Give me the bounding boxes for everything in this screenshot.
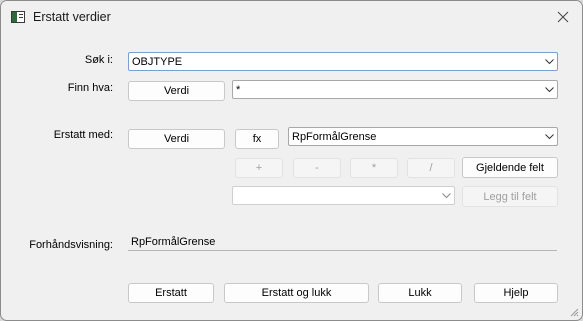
title-bar: Erstatt verdier [1, 1, 582, 35]
chevron-down-icon [541, 128, 557, 145]
replace-with-value: RpFormålGrense [292, 130, 377, 143]
close-dialog-button[interactable]: Lukk [378, 283, 462, 303]
chevron-down-icon [541, 53, 557, 70]
find-what-dropdown[interactable]: * [232, 80, 558, 99]
close-icon [557, 11, 569, 23]
resize-grip-icon[interactable] [569, 307, 579, 317]
find-what-value: * [236, 83, 241, 96]
replace-values-dialog: Erstatt verdier Søk i: OBJTYPE Finn hva:… [0, 0, 583, 321]
close-button[interactable] [550, 5, 576, 29]
replace-with-label: Erstatt med: [53, 129, 113, 141]
divide-operator-button[interactable]: / [407, 158, 455, 178]
find-what-label: Finn hva: [67, 82, 113, 94]
find-value-button[interactable]: Verdi [128, 81, 225, 101]
replace-and-close-button[interactable]: Erstatt og lukk [224, 283, 369, 303]
chevron-down-icon [541, 81, 557, 98]
preview-value: RpFormålGrense [131, 235, 216, 248]
replace-button[interactable]: Erstatt [128, 283, 214, 303]
preview-label: Forhåndsvisning: [29, 239, 113, 251]
search-in-value: OBJTYPE [132, 55, 183, 68]
field-dropdown[interactable] [232, 186, 455, 205]
add-field-button[interactable]: Legg til felt [462, 186, 558, 207]
multiply-operator-button[interactable]: * [350, 158, 398, 178]
minus-operator-button[interactable]: - [293, 158, 341, 178]
preview-field: RpFormålGrense [128, 233, 557, 251]
window-title: Erstatt verdier [33, 10, 111, 24]
chevron-down-icon [438, 187, 454, 204]
plus-operator-button[interactable]: + [235, 158, 283, 178]
search-in-dropdown[interactable]: OBJTYPE [128, 52, 558, 71]
replace-with-dropdown[interactable]: RpFormålGrense [288, 127, 558, 146]
search-in-label: Søk i: [84, 54, 113, 66]
fx-button[interactable]: fx [235, 129, 279, 149]
app-window-icon [11, 11, 25, 23]
current-field-button[interactable]: Gjeldende felt [462, 157, 558, 178]
help-button[interactable]: Hjelp [474, 283, 558, 303]
replace-value-button[interactable]: Verdi [128, 129, 225, 149]
